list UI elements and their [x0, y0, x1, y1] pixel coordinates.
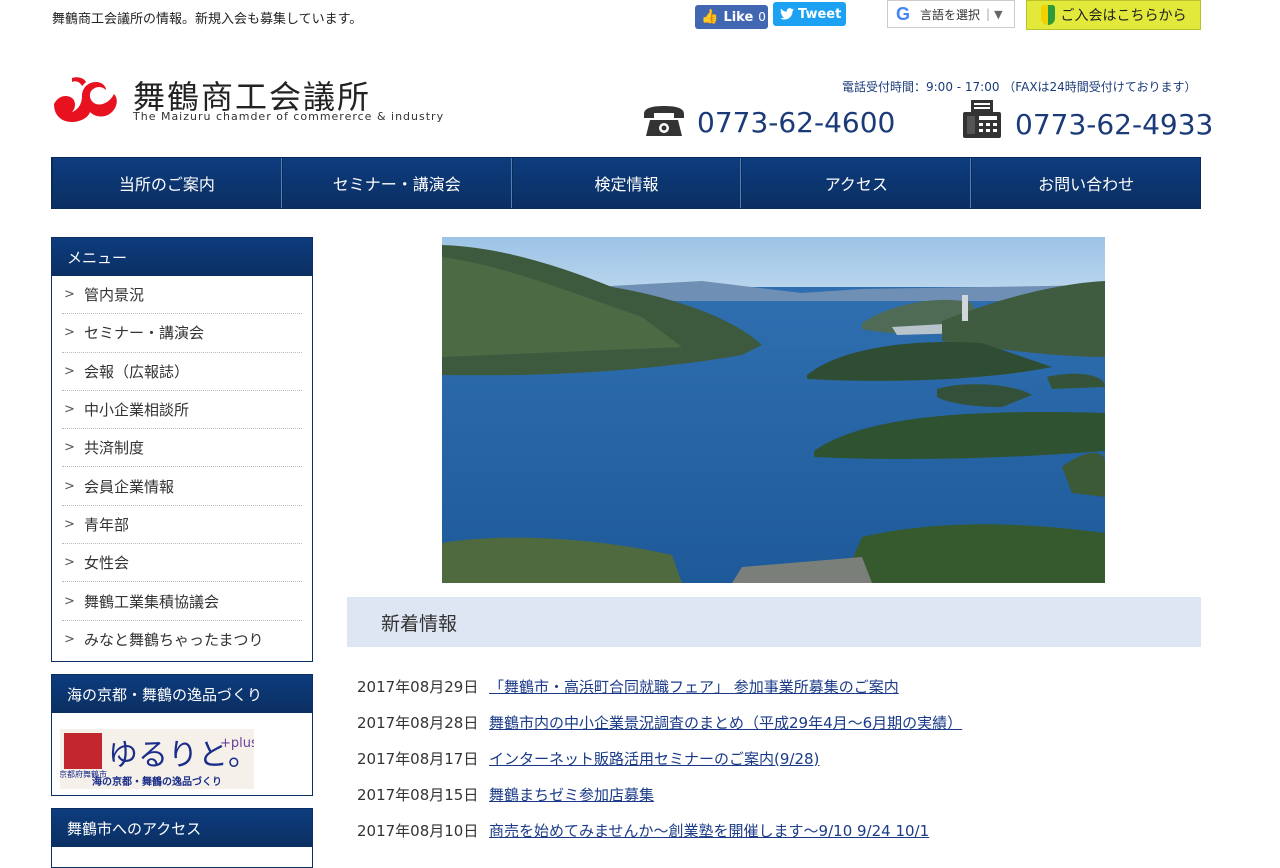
site-tagline: 舞鶴商工会議所の情報。新規入会も募集しています。	[52, 12, 363, 27]
sidebar-item-label: 舞鶴工業集積協議会	[84, 592, 220, 611]
sidebar-item[interactable]: > 会員企業情報	[62, 467, 302, 506]
chevron-right-icon: >	[64, 287, 75, 303]
news-link[interactable]: 舞鶴まちゼミ参加店募集	[489, 784, 654, 805]
sidebar-item[interactable]: > 管内景況	[62, 276, 302, 315]
sidebar-item-label: 共済制度	[84, 439, 145, 458]
chevron-right-icon: >	[64, 516, 75, 532]
hero-bay-image	[442, 237, 1105, 583]
news-item: 2017年08月28日 舞鶴市内の中小企業景況調査のまとめ（平成29年4月～6月…	[357, 704, 1197, 740]
nav-certification[interactable]: 検定情報	[511, 158, 742, 208]
join-membership-button[interactable]: ご入会はこちらから	[1026, 0, 1201, 30]
sidebar-item-label: 中小企業相談所	[84, 401, 190, 420]
nav-access[interactable]: アクセス	[741, 158, 972, 208]
news-link[interactable]: 舞鶴市内の中小企業景況調査のまとめ（平成29年4月～6月期の実績）	[489, 712, 962, 733]
sidebar-item-label: みなと舞鶴ちゃったまつり	[84, 631, 264, 650]
tweet-button[interactable]: Tweet	[773, 2, 846, 26]
sidebar-item-label: セミナー・講演会	[84, 324, 205, 343]
news-date: 2017年08月28日	[357, 713, 479, 732]
nav-seminars[interactable]: セミナー・講演会	[281, 158, 512, 208]
news-item: 2017年08月17日 インターネット販路活用セミナーのご案内(9/28)	[357, 740, 1197, 776]
news-date: 2017年08月15日	[357, 785, 479, 804]
news-section-title: 新着情報	[347, 597, 1201, 647]
sidebar-item[interactable]: > みなと舞鶴ちゃったまつり	[62, 621, 302, 659]
yururito-banner-image: 京都府舞鶴市 ゆるりと。 +plus 海の京都・舞鶴の逸品づくり	[59, 729, 258, 789]
sidebar-menu: メニュー > 管内景況 > セミナー・講演会 > 会報（広報誌） > 中小企業相談所 >…	[51, 237, 313, 662]
nav-about[interactable]: 当所のご案内	[52, 158, 282, 208]
chevron-right-icon: >	[64, 632, 75, 648]
tweet-label: Tweet	[798, 6, 842, 22]
products-box: 海の京都・舞鶴の逸品づくり 京都府舞鶴市 ゆるりと。 +plus 海の京都・舞鶴…	[51, 674, 313, 796]
sidebar-item[interactable]: > 女性会	[62, 544, 302, 583]
sidebar-item[interactable]: > 会報（広報誌）	[62, 353, 302, 391]
sidebar-menu-title: メニュー	[52, 238, 312, 276]
news-item: 2017年08月10日 商売を始めてみませんか～創業塾を開催します～9/10 9…	[357, 812, 1197, 848]
phone-hours: 電話受付時間：9:00 - 17:00 （FAXは24時間受付けております）	[842, 80, 1197, 94]
yururito-banner[interactable]: 京都府舞鶴市 ゆるりと。 +plus 海の京都・舞鶴の逸品づくり	[59, 727, 304, 791]
banner-plus-text: +plus	[220, 736, 254, 751]
sidebar-item[interactable]: > 舞鶴工業集積協議会	[62, 582, 302, 621]
facebook-like-button[interactable]: 👍 Like 0	[695, 5, 768, 29]
news-item: 2017年08月15日 舞鶴まちゼミ参加店募集	[357, 776, 1197, 812]
telephone-number[interactable]: 0773-62-4600	[697, 106, 895, 139]
dropdown-arrow-icon: ▼	[994, 7, 1003, 21]
chevron-right-icon: >	[64, 478, 75, 494]
access-box: 舞鶴市へのアクセス	[51, 808, 313, 868]
logo-icon	[54, 77, 117, 122]
nav-contact[interactable]: お問い合わせ	[971, 158, 1200, 208]
sidebar-item-label: 会員企業情報	[84, 477, 175, 496]
products-title: 海の京都・舞鶴の逸品づくり	[52, 675, 312, 713]
chevron-right-icon: >	[64, 363, 75, 379]
language-select-label: 言語を選択	[920, 7, 981, 22]
news-date: 2017年08月29日	[357, 677, 479, 696]
news-link[interactable]: 商売を始めてみませんか～創業塾を開催します～9/10 9/24 10/1	[489, 820, 929, 841]
google-g-icon: G	[895, 3, 910, 24]
beginner-mark-icon	[1040, 5, 1055, 25]
global-nav: 当所のご案内 セミナー・講演会 検定情報 アクセス お問い合わせ	[51, 157, 1201, 209]
language-select[interactable]: G 言語を選択 | ▼	[887, 0, 1015, 28]
news-date: 2017年08月10日	[357, 821, 479, 840]
sidebar-item-label: 青年部	[84, 515, 130, 534]
chevron-right-icon: >	[64, 402, 75, 418]
chevron-right-icon: >	[64, 593, 75, 609]
sidebar-item-label: 会報（広報誌）	[84, 362, 190, 381]
sidebar-item[interactable]: > 青年部	[62, 506, 302, 545]
org-name-english: The Maizuru chamder of commererce & indu…	[133, 110, 445, 123]
sidebar-item-label: 女性会	[84, 554, 130, 573]
facebook-like-label: Like	[723, 9, 754, 25]
news-list: 2017年08月29日 「舞鶴市・高浜町合同就職フェア」 参加事業所募集のご案内…	[357, 668, 1197, 848]
telephone-icon	[644, 106, 684, 136]
divider: |	[986, 7, 991, 21]
chevron-right-icon: >	[64, 555, 75, 571]
fax-number: 0773-62-4933	[1015, 108, 1214, 141]
news-link[interactable]: インターネット販路活用セミナーのご案内(9/28)	[489, 748, 819, 769]
chevron-right-icon: >	[64, 325, 75, 341]
news-link[interactable]: 「舞鶴市・高浜町合同就職フェア」 参加事業所募集のご案内	[489, 676, 899, 697]
join-membership-label: ご入会はこちらから	[1060, 8, 1187, 24]
sidebar-item[interactable]: > 中小企業相談所	[62, 391, 302, 430]
sidebar-item[interactable]: > 共済制度	[62, 429, 302, 468]
news-item: 2017年08月29日 「舞鶴市・高浜町合同就職フェア」 参加事業所募集のご案内	[357, 668, 1197, 704]
facebook-like-count: 0	[758, 10, 766, 24]
banner-bottom-text: 海の京都・舞鶴の逸品づくり	[92, 775, 222, 788]
twitter-bird-icon	[780, 8, 794, 20]
fax-icon	[963, 100, 1001, 138]
access-title: 舞鶴市へのアクセス	[52, 809, 312, 847]
thumbs-up-icon: 👍	[701, 9, 719, 25]
chevron-right-icon: >	[64, 440, 75, 456]
sidebar-item[interactable]: > セミナー・講演会	[62, 314, 302, 353]
sidebar-item-label: 管内景況	[84, 286, 145, 305]
news-date: 2017年08月17日	[357, 749, 479, 768]
